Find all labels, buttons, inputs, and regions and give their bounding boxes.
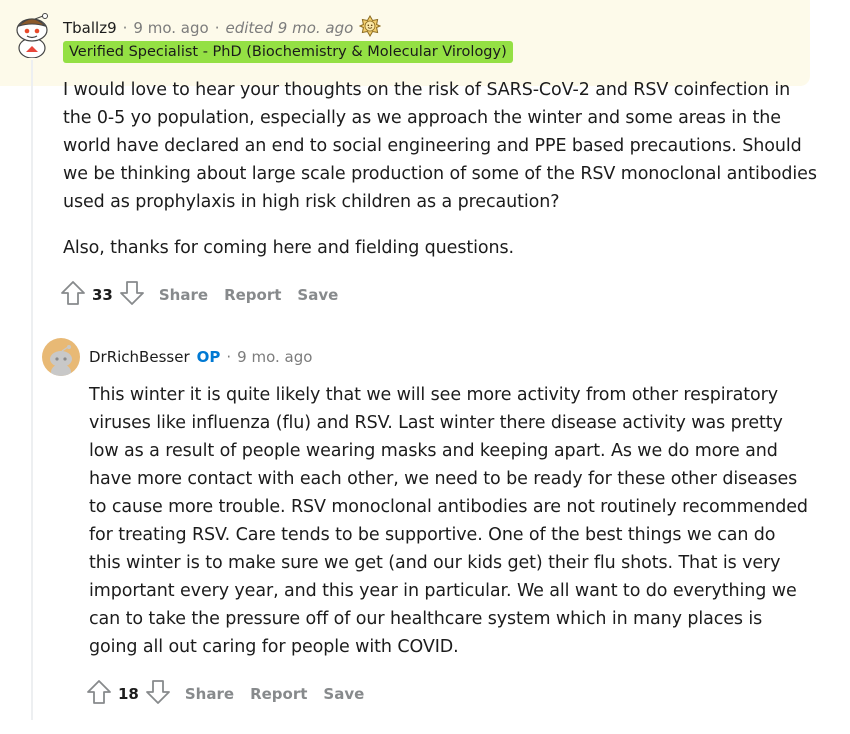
downvote-icon[interactable]	[145, 679, 171, 709]
comment-meta: Tballz9 · 9 mo. ago · edited 9 mo. ago	[63, 15, 382, 41]
vote-count: 18	[118, 685, 139, 703]
comment-paragraph: I would love to hear your thoughts on th…	[63, 80, 817, 212]
edited-label: edited 9 mo. ago	[225, 19, 354, 37]
thread-line[interactable]	[31, 60, 33, 720]
vote-count: 33	[92, 286, 113, 304]
report-button[interactable]: Report	[224, 286, 281, 304]
user-flair: Verified Specialist - PhD (Biochemistry …	[63, 41, 513, 63]
report-button[interactable]: Report	[250, 685, 307, 703]
share-button[interactable]: Share	[159, 286, 208, 304]
comment-paragraph: Also, thanks for coming here and fieldin…	[63, 238, 514, 258]
comment-actions: 33 Share Report Save	[60, 280, 338, 310]
comment-paragraph: This winter it is quite likely that we w…	[89, 385, 808, 657]
user-avatar-icon[interactable]	[42, 338, 80, 376]
downvote-icon[interactable]	[119, 280, 145, 310]
separator: ·	[122, 19, 128, 37]
comment-body: I would love to hear your thoughts on th…	[63, 76, 823, 262]
author-name[interactable]: Tballz9	[63, 19, 117, 37]
save-button[interactable]: Save	[323, 685, 364, 703]
comment-meta: DrRichBesser OP · 9 mo. ago	[89, 348, 312, 366]
comment-time[interactable]: 9 mo. ago	[133, 19, 208, 37]
author-name[interactable]: DrRichBesser	[89, 348, 190, 366]
op-badge: OP	[196, 348, 221, 366]
share-button[interactable]: Share	[185, 685, 234, 703]
comment-actions: 18 Share Report Save	[86, 679, 364, 709]
separator: ·	[226, 348, 232, 366]
upvote-icon[interactable]	[60, 280, 86, 310]
comment-time[interactable]: 9 mo. ago	[237, 348, 312, 366]
award-icon[interactable]	[359, 15, 382, 41]
upvote-icon[interactable]	[86, 679, 112, 709]
snoo-avatar-icon[interactable]	[10, 8, 54, 59]
comment-body: This winter it is quite likely that we w…	[89, 381, 811, 661]
save-button[interactable]: Save	[297, 286, 338, 304]
separator: ·	[214, 19, 220, 37]
